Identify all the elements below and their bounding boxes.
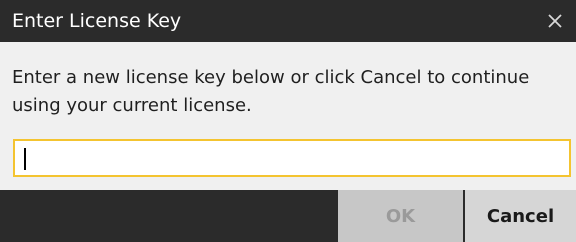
cancel-button[interactable]: Cancel xyxy=(465,190,576,242)
dialog-title: Enter License Key xyxy=(12,10,182,32)
license-dialog: Enter License Key Enter a new license ke… xyxy=(0,0,576,242)
dialog-message: Enter a new license key below or click C… xyxy=(12,67,530,116)
license-key-input[interactable] xyxy=(15,141,569,175)
ok-button[interactable]: OK xyxy=(338,190,463,242)
text-caret xyxy=(24,148,26,170)
title-bar: Enter License Key xyxy=(0,0,576,42)
license-key-field-wrapper xyxy=(13,139,571,177)
dialog-footer: OK Cancel xyxy=(0,190,576,242)
close-icon[interactable] xyxy=(540,6,570,36)
